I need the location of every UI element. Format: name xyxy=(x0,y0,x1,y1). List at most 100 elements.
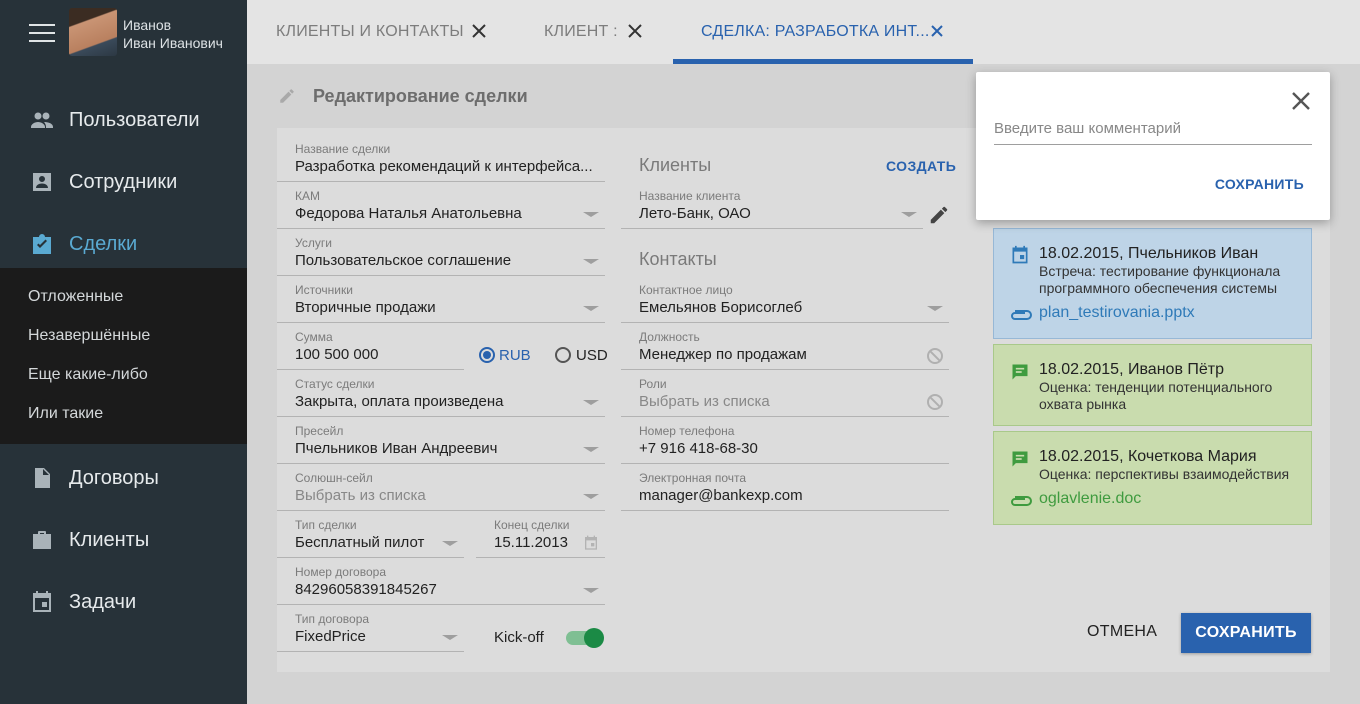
comment-text: Оценка: тенденции потенциального охвата … xyxy=(1039,379,1273,412)
hamburger-menu-icon[interactable] xyxy=(29,24,55,42)
tab-client[interactable]: КЛИЕНТ : xyxy=(544,0,642,64)
submenu-item-such[interactable]: Или такие xyxy=(28,405,103,423)
dropdown-arrow-icon[interactable] xyxy=(442,541,458,546)
account-box-icon xyxy=(33,173,51,191)
dropdown-arrow-icon[interactable] xyxy=(583,400,599,405)
contact-person-select[interactable]: Контактное лицо Емельянов Борисоглеб xyxy=(621,283,949,323)
phone-field[interactable]: Номер телефона +7 916 418-68-30 xyxy=(621,424,949,464)
dropdown-arrow-icon[interactable] xyxy=(583,306,599,311)
disabled-icon xyxy=(927,394,943,410)
close-icon[interactable] xyxy=(626,22,644,40)
kickoff-toggle[interactable] xyxy=(566,628,604,648)
field-label: Статус сделки xyxy=(295,377,375,391)
attachment-icon xyxy=(1011,310,1032,320)
tab-clients-contacts[interactable]: КЛИЕНТЫ И КОНТАКТЫ xyxy=(276,0,486,64)
nav-label-clients: Клиенты xyxy=(69,528,150,551)
field-label: Конец сделки xyxy=(494,518,570,532)
sources-select[interactable]: Источники Вторичные продажи xyxy=(277,283,605,323)
kam-select[interactable]: КАМ Федорова Наталья Анатольевна xyxy=(277,189,605,229)
tab-bar: КЛИЕНТЫ И КОНТАКТЫ КЛИЕНТ : СДЕЛКА: РАЗР… xyxy=(247,0,1360,64)
field-value: Менеджер по продажам xyxy=(639,346,807,363)
nav-item-clients[interactable]: Клиенты xyxy=(0,520,247,560)
nav-item-employees[interactable]: Сотрудники xyxy=(0,162,247,202)
presale-select[interactable]: Пресейл Пчельников Иван Андреевич xyxy=(277,424,605,464)
sidebar: Иванов Иван Иванович Пользователи Сотруд… xyxy=(0,0,247,704)
field-placeholder: Выбрать из списка xyxy=(639,393,770,410)
close-icon[interactable] xyxy=(928,22,946,40)
deal-name-field[interactable]: Название сделки Разработка рекомендаций … xyxy=(277,142,605,182)
contacts-section-title: Контакты xyxy=(639,249,717,269)
disabled-icon xyxy=(927,348,943,364)
comment-text: Оценка: перспективы взаимодействия xyxy=(1039,466,1290,482)
field-label: Номер договора xyxy=(295,565,386,579)
contract-type-select[interactable]: Тип договора FixedPrice xyxy=(277,612,464,652)
nav-label-tasks: Задачи xyxy=(69,590,137,613)
submenu-item-other[interactable]: Еще какие-либо xyxy=(28,366,148,384)
currency-radio-rub[interactable] xyxy=(479,347,495,363)
save-button[interactable]: СОХРАНИТЬ xyxy=(1181,613,1311,653)
comment-author: Кочеткова Мария xyxy=(1127,448,1257,465)
tab-label: КЛИЕНТЫ И КОНТАКТЫ xyxy=(276,23,464,40)
comment-icon xyxy=(1012,451,1028,467)
client-name-select[interactable]: Название клиента Лето-Банк, ОАО xyxy=(621,189,923,229)
currency-radio-usd[interactable] xyxy=(555,347,571,363)
calendar-icon[interactable] xyxy=(583,535,599,551)
dropdown-arrow-icon[interactable] xyxy=(583,212,599,217)
roles-select[interactable]: Роли Выбрать из списка xyxy=(621,377,949,417)
comment-date: 18.02.2015, xyxy=(1039,448,1124,465)
nav-item-deals[interactable]: Сделки xyxy=(0,224,247,264)
field-value: Вторичные продажи xyxy=(295,299,436,316)
dropdown-arrow-icon[interactable] xyxy=(927,306,943,311)
submenu-item-deferred[interactable]: Отложенные xyxy=(28,288,123,306)
close-icon[interactable] xyxy=(1290,90,1312,112)
nav-item-contracts[interactable]: Договоры xyxy=(0,458,247,498)
avatar[interactable] xyxy=(69,8,117,56)
field-label: Должность xyxy=(639,330,700,344)
create-client-button[interactable]: СОЗДАТЬ xyxy=(886,158,956,174)
dropdown-arrow-icon[interactable] xyxy=(583,447,599,452)
deal-end-date-field[interactable]: Конец сделки 15.11.2013 xyxy=(476,518,605,558)
deal-type-select[interactable]: Тип сделки Бесплатный пилот xyxy=(277,518,464,558)
attachment-link[interactable]: oglavlenie.doc xyxy=(1039,490,1141,508)
services-select[interactable]: Услуги Пользовательское соглашение xyxy=(277,236,605,276)
calendar-icon xyxy=(33,591,51,612)
tab-deal[interactable]: СДЕЛКА: РАЗРАБОТКА ИНТ... xyxy=(701,0,943,64)
email-field[interactable]: Электронная почта manager@bankexp.com xyxy=(621,471,949,511)
dropdown-arrow-icon[interactable] xyxy=(583,588,599,593)
clients-section-title: Клиенты xyxy=(639,155,712,175)
dropdown-arrow-icon[interactable] xyxy=(583,494,599,499)
edit-client-icon[interactable] xyxy=(928,204,950,226)
dropdown-arrow-icon[interactable] xyxy=(901,212,917,217)
attachment-link[interactable]: plan_testirovania.pptx xyxy=(1039,304,1195,322)
popup-save-button[interactable]: СОХРАНИТЬ xyxy=(1215,176,1304,192)
submenu-item-unfinished[interactable]: Незавершённые xyxy=(28,327,150,345)
kickoff-label: Kick-off xyxy=(494,629,544,646)
deals-submenu: Отложенные Незавершённые Еще какие-либо … xyxy=(0,268,247,444)
comment-card[interactable]: 18.02.2015, Кочеткова Мария Оценка: перс… xyxy=(993,431,1312,525)
amount-field[interactable]: Сумма 100 500 000 xyxy=(277,330,464,370)
nav-item-users[interactable]: Пользователи xyxy=(0,100,247,140)
solution-sale-select[interactable]: Солюшн-сейл Выбрать из списка xyxy=(277,471,605,511)
comment-popup: Введите ваш комментарий СОХРАНИТЬ xyxy=(976,72,1330,220)
comment-card[interactable]: 18.02.2015, Иванов Пётр Оценка: тенденци… xyxy=(993,344,1312,426)
briefcase-icon xyxy=(33,531,51,549)
dropdown-arrow-icon[interactable] xyxy=(442,635,458,640)
field-label: Пресейл xyxy=(295,424,344,438)
contract-number-select[interactable]: Номер договора 84296058391845267 xyxy=(277,565,605,605)
field-value: Федорова Наталья Анатольевна xyxy=(295,205,522,222)
close-icon[interactable] xyxy=(470,22,488,40)
status-select[interactable]: Статус сделки Закрыта, оплата произведен… xyxy=(277,377,605,417)
position-field[interactable]: Должность Менеджер по продажам xyxy=(621,330,949,370)
field-value: Пчельников Иван Андреевич xyxy=(295,440,498,457)
field-value: Закрыта, оплата произведена xyxy=(295,393,504,410)
comment-author: Иванов Пётр xyxy=(1127,361,1225,378)
field-placeholder: Выбрать из списка xyxy=(295,487,426,504)
comment-card[interactable]: 18.02.2015, Пчельников Иван Встреча: тес… xyxy=(993,228,1312,339)
comment-input[interactable]: Введите ваш комментарий xyxy=(994,120,1312,145)
comment-date: 18.02.2015, xyxy=(1039,361,1124,378)
dropdown-arrow-icon[interactable] xyxy=(583,259,599,264)
cancel-button[interactable]: ОТМЕНА xyxy=(1087,623,1157,641)
nav-item-tasks[interactable]: Задачи xyxy=(0,582,247,622)
tab-label: КЛИЕНТ : xyxy=(544,23,618,40)
field-value: 84296058391845267 xyxy=(295,581,437,598)
